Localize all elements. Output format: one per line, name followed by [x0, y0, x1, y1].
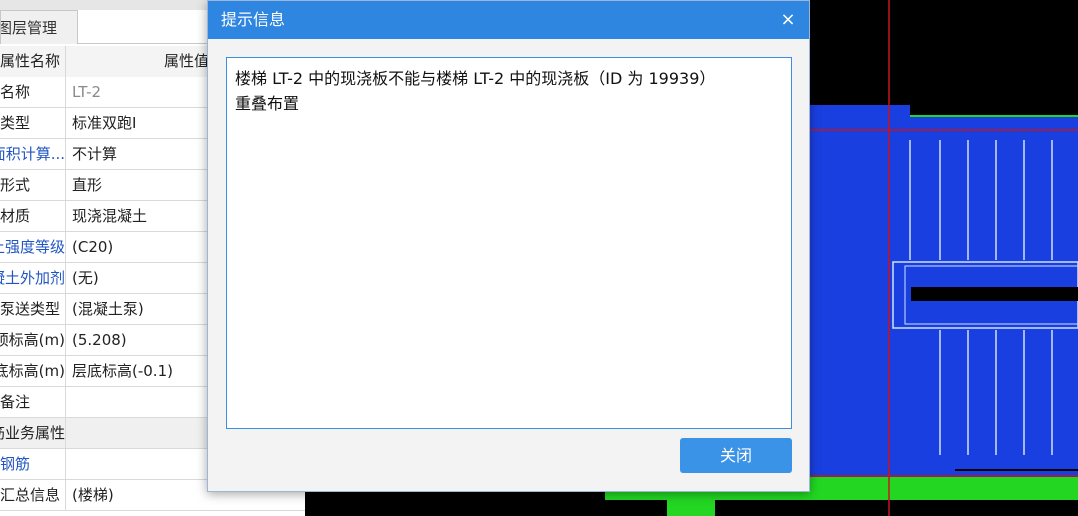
property-name: 建筑面积计算...	[0, 145, 65, 163]
dialog-title-bar[interactable]: 提示信息 ×	[208, 1, 809, 39]
property-name: 备注	[0, 393, 31, 411]
close-icon[interactable]: ×	[777, 9, 799, 31]
property-name: 钢筋业务属性	[0, 424, 65, 442]
property-name-cell: 类型	[0, 108, 66, 139]
property-name: 类型	[0, 114, 31, 132]
property-name: 混凝土强度等级	[0, 238, 65, 256]
property-name-cell: 汇总信息	[0, 480, 66, 511]
property-name-cell: 混凝土强度等级	[0, 232, 66, 263]
header-name-cell: 属性名称	[0, 46, 66, 77]
info-dialog: 提示信息 × 楼梯 LT-2 中的现浇板不能与楼梯 LT-2 中的现浇板（ID …	[207, 0, 810, 492]
dialog-title: 提示信息	[221, 10, 286, 29]
property-name: 混凝土外加剂	[0, 269, 65, 287]
property-name-cell: 钢筋	[0, 449, 66, 480]
property-name: 钢筋	[0, 455, 31, 473]
property-name-cell: 钢筋业务属性	[0, 418, 66, 449]
property-name-cell: 混凝土外加剂	[0, 263, 66, 294]
dialog-message-box: 楼梯 LT-2 中的现浇板不能与楼梯 LT-2 中的现浇板（ID 为 19939…	[226, 57, 792, 429]
dialog-message-line2: 重叠布置	[235, 94, 300, 113]
property-name: 汇总信息	[0, 486, 61, 504]
tab-layer-management[interactable]: 图层管理	[0, 10, 78, 44]
property-name: 顶标高(m)	[0, 331, 65, 349]
landing-gap	[911, 287, 1078, 301]
close-button[interactable]: 关闭	[680, 438, 792, 473]
dialog-message-line1: 楼梯 LT-2 中的现浇板不能与楼梯 LT-2 中的现浇板（ID 为 19939…	[235, 69, 716, 88]
property-name: 材质	[0, 207, 31, 225]
property-name-cell: 形式	[0, 170, 66, 201]
property-name-cell: 名称	[0, 77, 66, 108]
property-name-cell: 材质	[0, 201, 66, 232]
property-name-cell: 备注	[0, 387, 66, 418]
property-name-cell: 泵送类型	[0, 294, 66, 325]
property-name: 形式	[0, 176, 31, 194]
slab-column	[667, 490, 715, 516]
property-name-cell: 顶标高(m)	[0, 325, 66, 356]
header-name-label: 属性名称	[0, 52, 61, 70]
property-name: 底标高(m)	[0, 362, 65, 380]
property-name-cell: 底标高(m)	[0, 356, 66, 387]
property-name: 名称	[0, 83, 31, 101]
stair-top-edge	[810, 105, 910, 117]
property-name: 泵送类型	[0, 300, 61, 318]
property-name-cell: 建筑面积计算...	[0, 139, 66, 170]
